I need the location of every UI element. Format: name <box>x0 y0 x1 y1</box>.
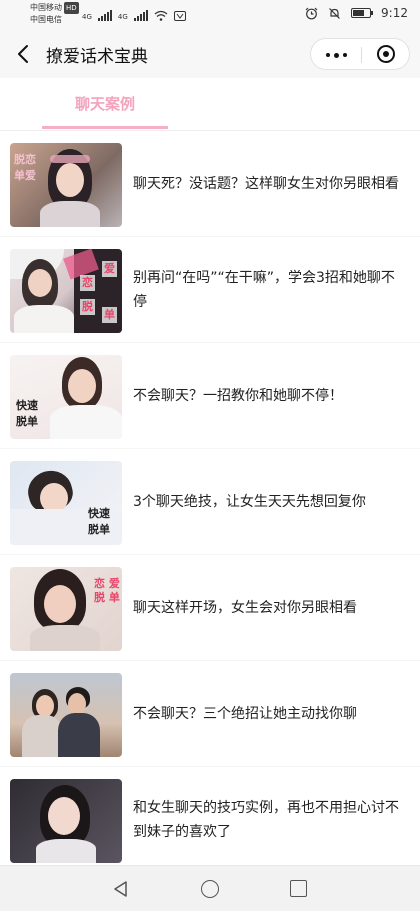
article-title-text: 不会聊天？三个绝招让她主动找你聊 <box>133 705 357 722</box>
article-thumbnail: 快速 脱单 <box>10 355 122 439</box>
clock: 9:12 <box>381 6 408 20</box>
status-bar: 中国移动 HD 中国电信 4G 4G 9:12 <box>0 0 420 30</box>
wifi-icon <box>154 10 168 21</box>
signal-strength-icon <box>133 10 148 21</box>
more-button[interactable] <box>311 39 361 69</box>
thumbnail-caption: 单 <box>102 307 117 323</box>
article-title: 不会聊天？一招教你和她聊不停！ <box>133 343 406 448</box>
thumbnail-caption: 恋 <box>80 275 95 291</box>
article-title-text: 聊天这样开场，女生会对你另眼相看 <box>133 599 357 616</box>
hd-badge: HD <box>64 2 79 14</box>
status-right: 9:12 <box>305 6 408 20</box>
thumbnail-caption: 脱 单 <box>94 591 120 604</box>
system-back-button[interactable] <box>112 880 130 898</box>
list-item[interactable]: 和女生聊天的技巧实例，再也不用担心讨不到妹子的喜欢了 <box>0 767 420 865</box>
back-button[interactable] <box>14 44 34 64</box>
carrier-2: 中国电信 <box>30 15 62 24</box>
article-thumbnail: 脱恋 单爱 <box>10 143 122 227</box>
article-title: 聊天死？没话题？这样聊女生对你另眼相看 <box>133 131 406 236</box>
target-close-icon-dot <box>383 51 389 57</box>
list-item[interactable]: 快速 脱单 不会聊天？一招教你和她聊不停！ <box>0 343 420 448</box>
thumbnail-caption: 恋 爱 <box>94 577 120 590</box>
article-title: 别再问“在吗”“在干嘛”，学会3招和她聊不停 <box>133 237 406 342</box>
nav-bar: 撩爱话术宝典 <box>0 30 420 78</box>
article-title-text: 聊天死？没话题？这样聊女生对你另眼相看 <box>133 175 399 192</box>
thumbnail-caption: 脱单 <box>88 523 110 536</box>
article-list: 脱恋 单爱 聊天死？没话题？这样聊女生对你另眼相看 恋 爱 脱 单 别再问“在吗… <box>0 131 420 865</box>
tab-chat-cases[interactable]: 聊天案例 <box>42 78 168 130</box>
network-2: 4G <box>117 13 128 21</box>
article-thumbnail <box>10 673 122 757</box>
list-item[interactable]: 快速 脱单 3个聊天绝技，让女生天天先想回复你 <box>0 449 420 554</box>
thumbnail-caption: 快速 <box>16 399 38 412</box>
carrier-1: 中国移动 <box>30 3 62 12</box>
chevron-left-icon <box>18 45 28 63</box>
thumbnail-caption: 脱单 <box>16 415 38 428</box>
triangle-back-icon <box>114 881 127 897</box>
thumbnail-photo <box>10 779 122 863</box>
article-title: 和女生聊天的技巧实例，再也不用担心讨不到妹子的喜欢了 <box>133 767 406 865</box>
thumbnail-caption: 单爱 <box>14 169 36 182</box>
article-thumbnail: 恋 爱 脱 单 <box>10 567 122 651</box>
list-item[interactable]: 恋 爱 脱 单 别再问“在吗”“在干嘛”，学会3招和她聊不停 <box>0 237 420 342</box>
battery-icon <box>351 8 374 18</box>
close-mini-program-button[interactable] <box>362 39 410 69</box>
list-item[interactable]: 恋 爱 脱 单 聊天这样开场，女生会对你另眼相看 <box>0 555 420 660</box>
article-thumbnail: 恋 爱 脱 单 <box>10 249 122 333</box>
more-dots-icon <box>334 52 339 58</box>
article-title-text: 不会聊天？一招教你和她聊不停！ <box>133 387 343 404</box>
network-1: 4G <box>82 13 92 21</box>
article-title: 聊天这样开场，女生会对你另眼相看 <box>133 555 406 660</box>
article-thumbnail: 快速 脱单 <box>10 461 122 545</box>
thumbnail-caption: 爱 <box>102 261 117 277</box>
system-home-button[interactable] <box>201 880 219 898</box>
thumbnail-caption: 脱恋 <box>14 153 36 166</box>
alarm-icon <box>305 7 318 19</box>
tab-bar: 聊天案例 <box>0 78 420 131</box>
nfc-icon <box>173 11 186 21</box>
system-nav-bar <box>0 865 420 911</box>
signal-icons: 4G 4G <box>82 9 186 21</box>
article-title-text: 3个聊天绝技，让女生天天先想回复你 <box>133 493 366 510</box>
mute-bell-icon <box>329 7 340 19</box>
list-item[interactable]: 不会聊天？三个绝招让她主动找你聊 <box>0 661 420 766</box>
more-dots-icon <box>343 53 347 57</box>
article-thumbnail <box>10 779 122 863</box>
carrier-info: 中国移动 HD 中国电信 <box>30 2 79 26</box>
active-tab-indicator <box>42 126 168 129</box>
thumbnail-photo <box>10 673 122 757</box>
thumbnail-caption: 快速 <box>88 507 110 520</box>
article-title-text: 别再问“在吗”“在干嘛”，学会3招和她聊不停 <box>133 269 395 310</box>
article-title: 不会聊天？三个绝招让她主动找你聊 <box>133 661 406 766</box>
page-title: 撩爱话术宝典 <box>46 47 148 67</box>
signal-strength-icon <box>97 10 112 21</box>
more-dots-icon <box>326 53 330 57</box>
article-title: 3个聊天绝技，让女生天天先想回复你 <box>133 449 406 554</box>
mini-program-capsule <box>310 38 410 70</box>
list-item[interactable]: 脱恋 单爱 聊天死？没话题？这样聊女生对你另眼相看 <box>0 131 420 236</box>
thumbnail-caption: 脱 <box>80 299 95 315</box>
article-title-text: 和女生聊天的技巧实例，再也不用担心讨不到妹子的喜欢了 <box>133 799 399 840</box>
tab-label: 聊天案例 <box>74 95 135 113</box>
system-recents-button[interactable] <box>290 880 307 897</box>
